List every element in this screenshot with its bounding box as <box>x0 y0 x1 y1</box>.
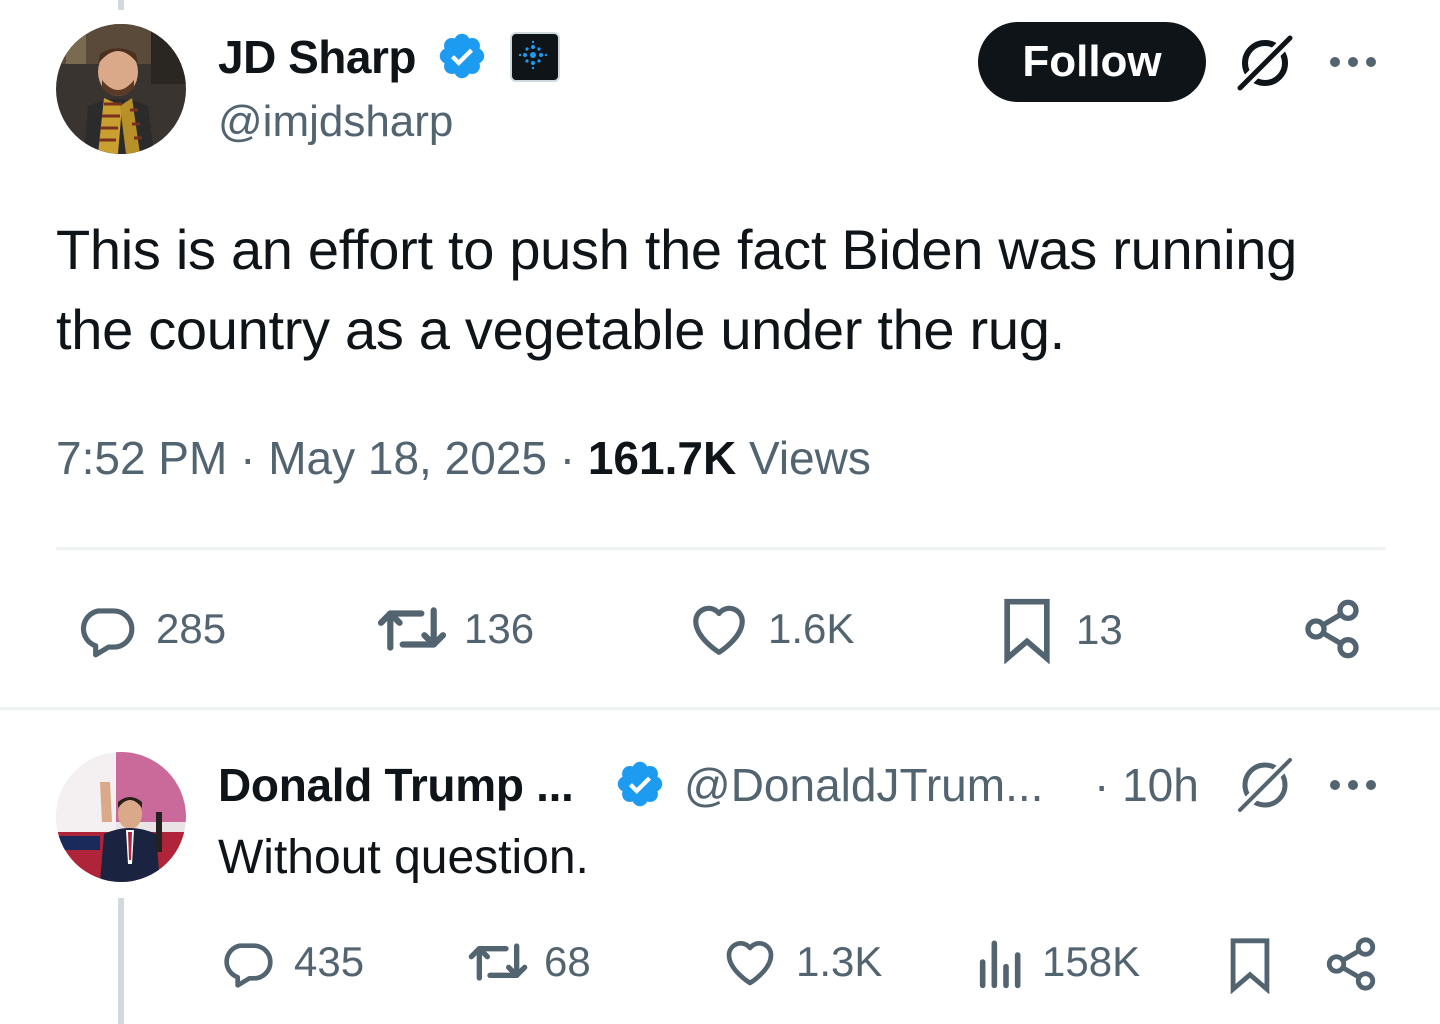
meta-separator: · <box>559 432 576 484</box>
repost-icon <box>377 607 447 651</box>
views-button[interactable]: 158K <box>974 934 1140 990</box>
reply-icon <box>80 608 135 658</box>
tweet-date[interactable]: May 18, 2025 <box>268 432 547 484</box>
repost-button[interactable]: 136 <box>374 598 534 660</box>
reply-author-handle[interactable]: @DonaldJTrum... <box>684 762 1043 808</box>
like-button[interactable]: 1.3K <box>722 936 882 988</box>
divider <box>56 547 1386 550</box>
author-name[interactable]: JD Sharp <box>218 34 416 80</box>
share-icon[interactable] <box>1300 596 1364 662</box>
follow-button[interactable]: Follow <box>978 22 1206 102</box>
bookmark-icon[interactable] <box>1226 936 1274 994</box>
divider <box>0 707 1440 710</box>
more-icon[interactable] <box>1328 778 1378 792</box>
views-label: Views <box>748 432 871 484</box>
reply-author-name[interactable]: Donald Trump ... <box>218 762 574 808</box>
verified-badge-icon <box>439 33 485 79</box>
repost-button[interactable]: 68 <box>466 934 591 990</box>
analytics-icon <box>979 940 1021 989</box>
views-count[interactable]: 161.7K <box>588 432 736 484</box>
tweet-meta: 7:52 PM · May 18, 2025 · 161.7K Views <box>56 430 871 486</box>
heart-icon <box>693 605 745 655</box>
reply-age[interactable]: · 10h <box>1094 762 1199 808</box>
thread-line-top <box>118 0 124 10</box>
tweet-time[interactable]: 7:52 PM <box>56 432 227 484</box>
reply-icon <box>224 943 273 988</box>
reply-button[interactable]: 435 <box>218 934 364 990</box>
reply-author-avatar[interactable] <box>56 752 186 882</box>
views-count: 158K <box>1042 938 1141 985</box>
meta-separator: · <box>240 432 256 484</box>
bookmark-button[interactable]: 13 <box>1000 596 1123 664</box>
bookmark-icon <box>1004 598 1050 664</box>
like-button[interactable]: 1.6K <box>688 600 854 658</box>
reply-count: 285 <box>156 605 227 652</box>
affiliate-badge-icon[interactable] <box>510 32 560 82</box>
repost-count: 136 <box>464 605 535 652</box>
reply-text: Without question. <box>218 831 589 884</box>
author-handle[interactable]: @imjdsharp <box>218 100 453 144</box>
more-icon[interactable] <box>1328 55 1378 69</box>
like-count: 1.3K <box>796 938 883 985</box>
repost-count: 68 <box>544 938 591 985</box>
reply-count: 435 <box>294 938 365 985</box>
like-count: 1.6K <box>768 605 855 652</box>
grok-icon[interactable] <box>1234 32 1296 94</box>
reply-button[interactable]: 285 <box>74 598 226 660</box>
author-avatar[interactable] <box>56 24 186 154</box>
thread-line-bottom <box>118 898 124 1024</box>
repost-icon <box>468 943 528 981</box>
tweet-text: This is an effort to push the fact Biden… <box>56 218 1297 361</box>
heart-icon <box>726 941 774 986</box>
share-icon[interactable] <box>1322 934 1380 994</box>
grok-icon[interactable] <box>1234 754 1296 816</box>
bookmark-count: 13 <box>1076 606 1123 653</box>
verified-badge-icon <box>617 761 663 807</box>
